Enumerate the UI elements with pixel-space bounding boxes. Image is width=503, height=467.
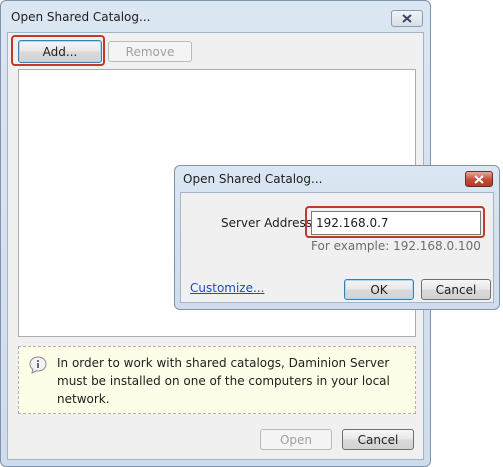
close-icon [402,14,412,23]
info-text: In order to work with shared catalogs, D… [57,356,390,406]
server-dialog-title: Open Shared Catalog... [183,172,323,186]
server-dialog-client: Server Address: 192.168.0.7 For example:… [180,192,494,303]
server-dialog-window: Open Shared Catalog... Server Address: 1… [174,165,500,310]
remove-button[interactable]: Remove [108,41,192,62]
ok-button[interactable]: OK [344,279,414,300]
info-panel: In order to work with shared catalogs, D… [18,346,416,414]
server-address-input[interactable]: 192.168.0.7 [311,211,481,235]
server-address-label: Server Address: [221,216,316,230]
open-button[interactable]: Open [260,429,332,450]
server-cancel-button[interactable]: Cancel [421,279,491,300]
add-button[interactable]: Add... [18,40,102,63]
server-address-hint: For example: 192.168.0.100 [311,239,481,253]
close-icon [474,174,484,184]
main-cancel-button[interactable]: Cancel [342,429,414,450]
info-icon [29,356,47,374]
server-close-button[interactable] [465,171,493,187]
main-close-button[interactable] [391,10,423,27]
customize-link[interactable]: Customize... [190,281,264,295]
main-dialog-title: Open Shared Catalog... [11,10,151,24]
